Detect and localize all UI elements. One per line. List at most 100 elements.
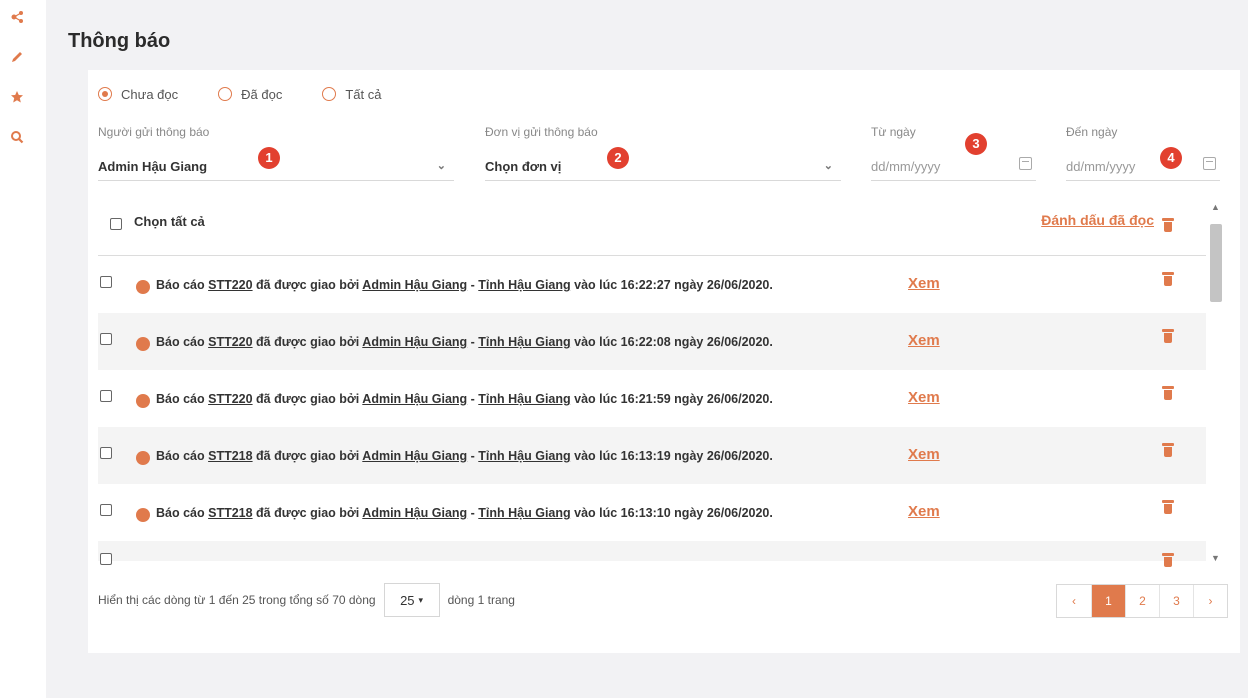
search-icon[interactable] [8, 130, 26, 148]
star-icon[interactable] [8, 90, 26, 108]
calendar-icon[interactable] [1203, 157, 1216, 170]
caret-down-icon: ▾ [418, 594, 424, 605]
unit-value: Chọn đơn vị [485, 159, 562, 174]
sender-filter: Người gửi thông báo Admin Hậu Giang ⌄ 1 [98, 125, 454, 181]
view-link[interactable]: Xem [908, 503, 940, 520]
select-all-label: Chọn tất cả [134, 214, 205, 229]
radio-dot-selected[interactable] [98, 87, 112, 101]
list-scrollbar[interactable]: ▲ ▼ [1208, 200, 1224, 565]
page-next-button[interactable]: › [1193, 585, 1227, 617]
to-date-filter: Đến ngày dd/mm/yyyy 4 [1066, 125, 1220, 181]
calendar-icon[interactable] [1019, 157, 1032, 170]
message-text: đã được giao bởi [252, 335, 363, 349]
mark-read-link[interactable]: Đánh dấu đã đọc [1041, 212, 1154, 228]
scroll-up-arrow-icon[interactable]: ▲ [1211, 202, 1220, 212]
row-checkbox[interactable] [100, 447, 112, 459]
page-size-select[interactable]: 25 ▾ [383, 583, 440, 617]
report-link[interactable]: STT220 [208, 392, 252, 406]
trash-icon[interactable] [1162, 500, 1174, 514]
sender-link[interactable]: Admin Hậu Giang [362, 278, 467, 292]
report-link[interactable]: STT220 [208, 335, 252, 349]
row-checkbox[interactable] [100, 553, 112, 565]
sender-link[interactable]: Admin Hậu Giang [362, 392, 467, 406]
view-link[interactable]: Xem [908, 446, 940, 463]
trash-icon[interactable] [1162, 218, 1174, 232]
radio-label: Chưa đọc [121, 86, 179, 102]
sender-label: Người gửi thông báo [98, 125, 210, 139]
trash-icon[interactable] [1162, 272, 1174, 286]
table-row: Báo cáo STT218 đã được giao bởi Admin Hậ… [98, 427, 1206, 484]
radio-dot[interactable] [218, 87, 233, 101]
table-row: Báo cáo STT220 đã được giao bởi Admin Hậ… [98, 256, 1206, 313]
sender-link[interactable]: Admin Hậu Giang [362, 449, 467, 463]
from-date-placeholder: dd/mm/yyyy [871, 159, 941, 174]
radio-all[interactable]: Tất cả [322, 87, 381, 102]
province-link[interactable]: Tỉnh Hậu Giang [478, 392, 570, 406]
message-text: đã được giao bởi [252, 392, 363, 406]
message-text: - [467, 449, 479, 463]
view-link[interactable]: Xem [908, 389, 940, 406]
message-text: vào lúc 16:22:27 ngày 26/06/2020. [570, 278, 773, 292]
scroll-thumb[interactable] [1210, 224, 1222, 302]
sender-value: Admin Hậu Giang [98, 159, 208, 174]
province-link[interactable]: Tỉnh Hậu Giang [478, 449, 570, 463]
unit-select[interactable]: Chọn đơn vị ⌄ [485, 159, 841, 181]
report-link[interactable]: STT218 [208, 506, 252, 520]
row-checkbox[interactable] [100, 390, 112, 402]
scroll-down-arrow-icon[interactable]: ▼ [1211, 553, 1220, 563]
notification-message: Báo cáo STT220 đã được giao bởi Admin Hậ… [156, 392, 773, 406]
from-date-filter: Từ ngày dd/mm/yyyy 3 [871, 125, 1036, 181]
message-text: vào lúc 16:21:59 ngày 26/06/2020. [570, 392, 773, 406]
radio-unread[interactable]: Chưa đọc [98, 87, 178, 102]
icon-rail [0, 0, 46, 698]
annotation-badge: 3 [965, 133, 987, 155]
report-link[interactable]: STT218 [208, 449, 252, 463]
radio-dot[interactable] [322, 87, 337, 101]
list-footer: Hiển thị các dòng từ 1 đến 25 trong tổng… [98, 580, 1228, 620]
select-all-checkbox[interactable] [110, 218, 122, 230]
chevron-down-icon: ⌄ [823, 160, 833, 172]
read-filter-radios: Chưa đọc Đã đọc Tất cả [98, 84, 421, 104]
view-link[interactable]: Xem [908, 332, 940, 349]
table-row: Báo cáo STT218 đã được giao bởi Admin Hậ… [98, 484, 1206, 541]
unit-filter: Đơn vị gửi thông báo Chọn đơn vị ⌄ 2 [485, 125, 841, 181]
page-prev-button[interactable]: ‹ [1057, 585, 1091, 617]
radio-read[interactable]: Đã đọc [218, 87, 282, 102]
message-text: Báo cáo [156, 278, 209, 292]
row-checkbox[interactable] [100, 504, 112, 516]
report-link[interactable]: STT220 [208, 278, 252, 292]
list-header: Chọn tất cả Đánh dấu đã đọc [98, 198, 1206, 256]
province-link[interactable]: Tỉnh Hậu Giang [478, 506, 570, 520]
radio-label: Tất cả [345, 86, 382, 102]
from-date-input[interactable]: dd/mm/yyyy [871, 157, 1036, 181]
to-date-input[interactable]: dd/mm/yyyy [1066, 157, 1220, 181]
province-link[interactable]: Tỉnh Hậu Giang [478, 335, 570, 349]
trash-icon[interactable] [1162, 553, 1174, 567]
sender-link[interactable]: Admin Hậu Giang [362, 335, 467, 349]
sender-link[interactable]: Admin Hậu Giang [362, 506, 467, 520]
row-checkbox[interactable] [100, 276, 112, 288]
trash-icon[interactable] [1162, 443, 1174, 457]
page-size-value: 25 [400, 592, 415, 608]
trash-icon[interactable] [1162, 386, 1174, 400]
message-text: vào lúc 16:13:10 ngày 26/06/2020. [570, 506, 773, 520]
message-text: đã được giao bởi [252, 449, 363, 463]
unit-label: Đơn vị gửi thông báo [485, 125, 598, 139]
rows-summary: Hiển thị các dòng từ 1 đến 25 trong tổng… [98, 593, 376, 607]
page-button-3[interactable]: 3 [1159, 585, 1193, 617]
view-link[interactable]: Xem [908, 275, 940, 292]
message-text: Báo cáo [156, 392, 209, 406]
page-button-1[interactable]: 1 [1091, 585, 1125, 617]
from-date-label: Từ ngày [871, 125, 916, 139]
province-link[interactable]: Tỉnh Hậu Giang [478, 278, 570, 292]
to-date-label: Đến ngày [1066, 125, 1118, 139]
page-button-2[interactable]: 2 [1125, 585, 1159, 617]
pencil-icon[interactable] [8, 50, 26, 68]
row-checkbox[interactable] [100, 333, 112, 345]
annotation-badge: 4 [1160, 147, 1182, 169]
trash-icon[interactable] [1162, 329, 1174, 343]
per-page-label: dòng 1 trang [447, 593, 515, 607]
message-text: Báo cáo [156, 449, 209, 463]
share-icon[interactable] [8, 10, 26, 28]
notification-message: Báo cáo STT218 đã được giao bởi Admin Hậ… [156, 506, 773, 520]
